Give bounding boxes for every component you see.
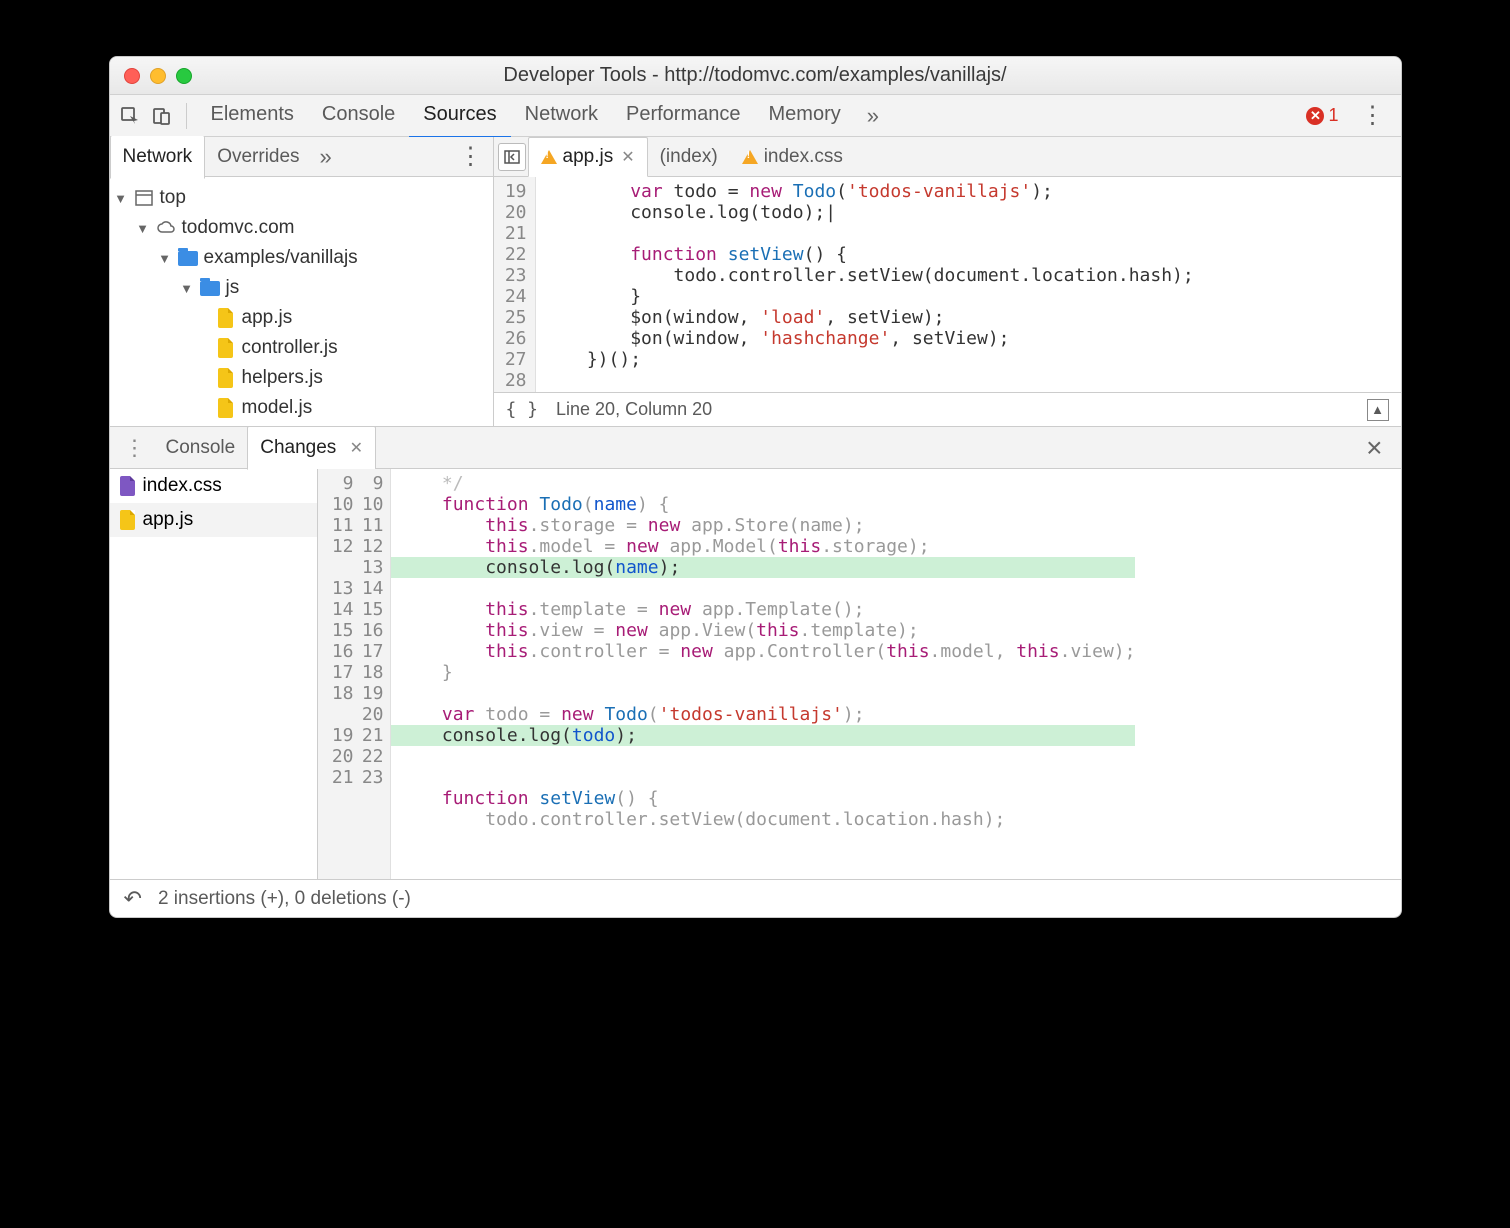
diff-code: */ function Todo(name) { this.storage = … <box>391 469 1136 879</box>
file-icon <box>216 339 236 357</box>
main-tab-memory[interactable]: Memory <box>755 93 855 139</box>
navigator-panel: Network Overrides » ⋮ top todomvc.com <box>110 137 494 426</box>
error-count: 1 <box>1328 105 1338 126</box>
window-title: Developer Tools - http://todomvc.com/exa… <box>110 64 1401 87</box>
code-body[interactable]: var todo = new Todo('todos-vanillajs'); … <box>536 177 1194 392</box>
devtools-window: Developer Tools - http://todomvc.com/exa… <box>109 56 1402 918</box>
tree-file[interactable]: model.js <box>114 393 489 423</box>
error-icon: ✕ <box>1306 107 1324 125</box>
changes-file[interactable]: index.css <box>110 469 317 503</box>
changes-summary: 2 insertions (+), 0 deletions (-) <box>158 888 411 910</box>
tree-label: js <box>226 277 240 299</box>
nav-kebab-icon[interactable]: ⋮ <box>449 142 493 171</box>
cursor-position: Line 20, Column 20 <box>556 399 712 420</box>
traffic-lights <box>124 68 192 84</box>
minimize-icon[interactable] <box>150 68 166 84</box>
tree-file[interactable]: helpers.js <box>114 363 489 393</box>
main-toolbar: ElementsConsoleSourcesNetworkPerformance… <box>110 95 1401 137</box>
tree-label: examples/vanillajs <box>204 247 358 269</box>
toggle-navigator-icon[interactable] <box>498 143 526 171</box>
drawer-tab-changes[interactable]: Changes ✕ <box>247 426 376 470</box>
editor-status: { } Line 20, Column 20 ▲ <box>494 392 1401 426</box>
chevron-down-icon[interactable] <box>136 221 150 236</box>
tree-label: model.js <box>242 397 313 419</box>
close-icon[interactable]: ✕ <box>621 147 634 167</box>
tree-label: todomvc.com <box>182 217 295 239</box>
cloud-icon <box>156 219 176 237</box>
diff-gutter: 9910101111121213131414151516161717181819… <box>318 469 391 879</box>
file-label: app.js <box>143 509 194 531</box>
editor-tab[interactable]: (index) <box>648 137 730 176</box>
drawer-status: ↶ 2 insertions (+), 0 deletions (-) <box>110 879 1401 917</box>
tab-label: index.css <box>764 146 843 168</box>
main-tab-sources[interactable]: Sources <box>409 93 510 139</box>
drawer: ⋮ Console Changes ✕ × index.css app.js 99… <box>110 427 1401 917</box>
drawer-body: index.css app.js 991010111112121313141415… <box>110 469 1401 879</box>
main-tab-console[interactable]: Console <box>308 93 409 139</box>
more-tabs-icon[interactable]: » <box>859 103 883 129</box>
file-icon <box>216 399 236 417</box>
drawer-tabs: ⋮ Console Changes ✕ × <box>110 427 1401 469</box>
main-tab-network[interactable]: Network <box>511 93 612 139</box>
file-tree[interactable]: top todomvc.com examples/vanillajs js <box>110 177 493 426</box>
file-icon <box>216 309 236 327</box>
main-tab-elements[interactable]: Elements <box>197 93 308 139</box>
folder-icon <box>178 249 198 267</box>
editor-tab[interactable]: app.js ✕ <box>528 137 648 177</box>
revert-icon[interactable]: ↶ <box>124 886 142 912</box>
settings-icon[interactable]: ⋮ <box>1351 101 1395 130</box>
close-icon[interactable] <box>124 68 140 84</box>
warning-icon <box>742 150 758 164</box>
tree-file[interactable]: controller.js <box>114 333 489 363</box>
editor-tab[interactable]: index.css <box>730 137 855 176</box>
chevron-down-icon[interactable] <box>114 191 128 206</box>
chevron-down-icon[interactable] <box>158 251 172 266</box>
close-drawer-icon[interactable]: × <box>1354 432 1394 464</box>
tree-label: top <box>160 187 186 209</box>
tree-file[interactable]: app.js <box>114 303 489 333</box>
frame-icon <box>134 189 154 207</box>
error-badge[interactable]: ✕ 1 <box>1306 105 1338 126</box>
changes-file[interactable]: app.js <box>110 503 317 537</box>
nav-more-icon[interactable]: » <box>312 144 336 170</box>
file-icon <box>216 369 236 387</box>
coverage-icon[interactable]: ▲ <box>1367 399 1389 421</box>
tab-label: (index) <box>660 146 718 168</box>
main-tabs: ElementsConsoleSourcesNetworkPerformance… <box>197 93 855 139</box>
tree-label: controller.js <box>242 337 338 359</box>
zoom-icon[interactable] <box>176 68 192 84</box>
divider <box>186 103 187 129</box>
changes-file-list: index.css app.js <box>110 469 318 879</box>
file-icon <box>120 510 135 530</box>
editor-tabs: app.js ✕ (index) index.css <box>494 137 1401 177</box>
folder-icon <box>200 279 220 297</box>
nav-tab-overrides[interactable]: Overrides <box>205 136 311 178</box>
device-toggle-icon[interactable] <box>148 102 176 130</box>
file-icon <box>120 476 135 496</box>
chevron-down-icon[interactable] <box>180 281 194 296</box>
nav-tab-network[interactable]: Network <box>110 136 206 179</box>
warning-icon <box>541 150 557 164</box>
main-tab-performance[interactable]: Performance <box>612 93 755 139</box>
diff-view[interactable]: 9910101111121213131414151516161717181819… <box>318 469 1401 879</box>
upper-pane: Network Overrides » ⋮ top todomvc.com <box>110 137 1401 427</box>
tree-label: helpers.js <box>242 367 323 389</box>
gutter: 19202122232425262728 <box>494 177 536 392</box>
editor-panel: app.js ✕ (index) index.css 1920212223242526… <box>494 137 1401 426</box>
tab-label: app.js <box>563 146 614 168</box>
inspect-icon[interactable] <box>116 102 144 130</box>
drawer-kebab-icon[interactable]: ⋮ <box>116 435 154 461</box>
close-icon[interactable]: ✕ <box>350 440 363 457</box>
pretty-print-icon[interactable]: { } <box>506 399 539 420</box>
code-editor[interactable]: 19202122232425262728 var todo = new Todo… <box>494 177 1401 392</box>
titlebar: Developer Tools - http://todomvc.com/exa… <box>110 57 1401 95</box>
file-label: index.css <box>143 475 222 497</box>
tree-label: app.js <box>242 307 293 329</box>
navigator-tabs: Network Overrides » ⋮ <box>110 137 493 177</box>
drawer-tab-console[interactable]: Console <box>154 427 248 469</box>
